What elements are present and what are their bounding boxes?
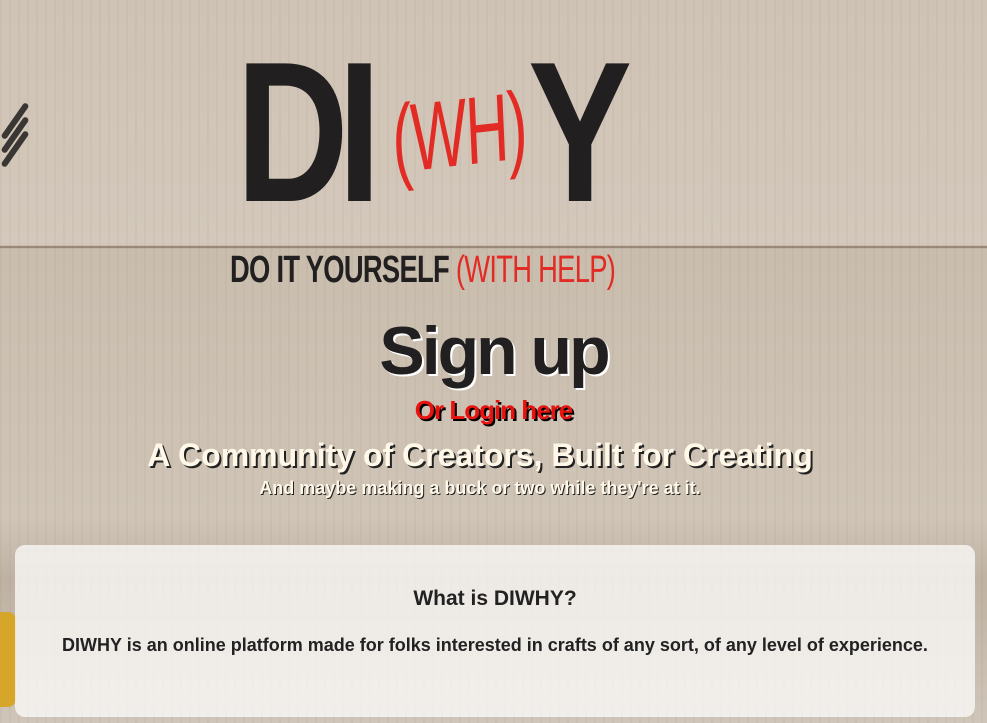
logo-tagline: DO IT YOURSELF (WITH HELP) xyxy=(230,249,616,291)
logo-letter-y: Y xyxy=(528,21,633,244)
pliers-decoration xyxy=(0,612,16,707)
logo-tagline-help: (WITH HELP) xyxy=(455,249,616,291)
diwhy-logo: DI Y (WH) DO IT YOURSELF (WITH HELP) xyxy=(230,21,670,293)
hero-subline: And maybe making a buck or two while the… xyxy=(259,478,701,498)
about-title: What is DIWHY? xyxy=(413,587,577,610)
signup-title[interactable]: Sign up xyxy=(0,312,987,390)
hero-headline: A Community of Creators, Built for Creat… xyxy=(147,437,813,473)
about-description: DIWHY is an online platform made for fol… xyxy=(62,635,928,655)
about-card: What is DIWHY? DIWHY is an online platfo… xyxy=(15,545,975,717)
login-link[interactable]: Or Login here xyxy=(0,394,987,426)
logo-tagline-main: DO IT YOURSELF xyxy=(230,249,450,291)
logo-letters-di: DI xyxy=(236,21,381,244)
logo-letters-wh: (WH) xyxy=(390,71,529,194)
